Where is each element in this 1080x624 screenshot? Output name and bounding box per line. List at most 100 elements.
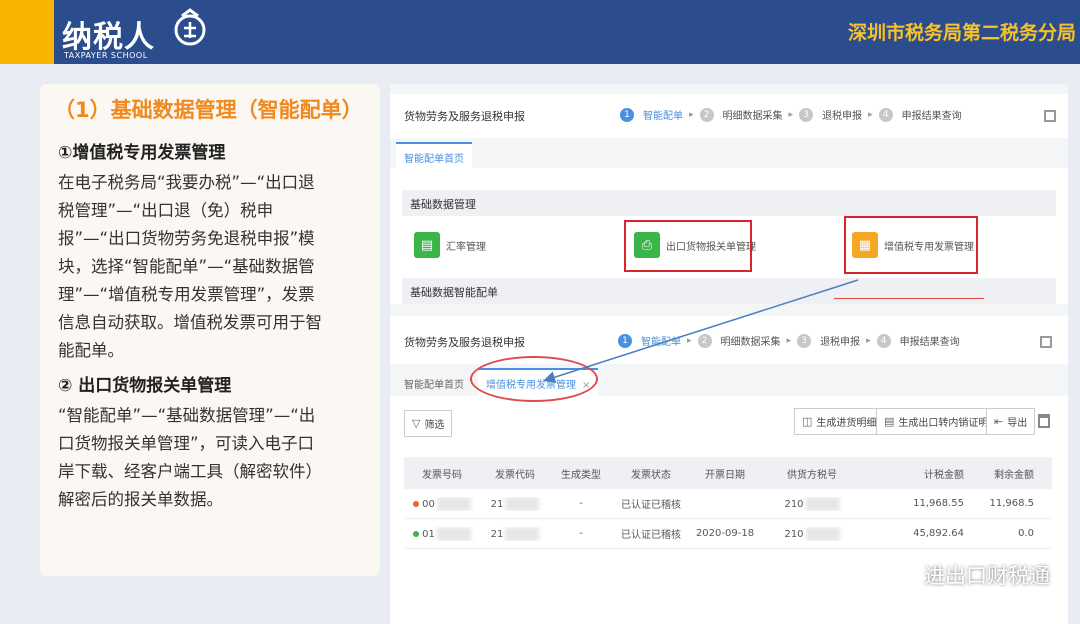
step-1-icon: 1 [618, 333, 632, 348]
step-2-label[interactable]: 明细数据采集 [723, 107, 783, 122]
arrow-icon: ▸ [868, 109, 873, 120]
tab-smart-home[interactable]: 智能配单首页 [396, 370, 472, 397]
logo: 纳税人 TAXPAYER SCHOOL [62, 6, 222, 62]
logo-emblem-icon [174, 8, 206, 46]
seller-tax-id: 210 [760, 526, 864, 541]
item2-heading: ② 出口货物报关单管理 [58, 376, 232, 396]
column-header[interactable]: 开票日期 [690, 466, 760, 481]
step-4-icon: 4 [878, 107, 893, 122]
step-3-icon: 3 [799, 107, 814, 122]
invoice-status: 已认证已稽核 [621, 500, 681, 511]
document-icon: ▤ [884, 415, 895, 428]
top-window: 货物劳务及服务退税申报 1 智能配单 ▸ 2 明细数据采集 ▸ 3 退税申报 ▸… [390, 94, 1068, 304]
tile-exchange-rate[interactable]: ▤ 汇率管理 [414, 232, 486, 258]
wechat-icon [882, 561, 916, 588]
table-row[interactable]: 00 21 - 已认证已稽核 210 11,968.55 11,968.5 [404, 489, 1052, 519]
taxable-amount: 11,968.55 [913, 498, 964, 509]
arrow-icon: ▸ [786, 335, 792, 346]
nav-title-bottom: 货物劳务及服务退税申报 [404, 336, 525, 349]
status-dot-icon [413, 530, 420, 537]
red-underline [834, 298, 984, 299]
column-header[interactable]: 发票状态 [612, 466, 690, 481]
export-icon: ⇤ [994, 415, 1004, 428]
step-4-label[interactable]: 申报结果查询 [900, 333, 960, 348]
highlight-box [844, 216, 978, 274]
step-2-label[interactable]: 明细数据采集 [721, 333, 781, 348]
filter-button[interactable]: ▽ 筛选 [404, 410, 453, 437]
fullscreen-icon[interactable] [1040, 336, 1052, 348]
invoice-number: 00 [404, 496, 480, 511]
header-accent [0, 0, 54, 64]
item1-body: 在电子税务局“我要办税”—“出口退税管理”—“出口退（免）税申报”—“出口货物劳… [58, 173, 322, 360]
logo-subtext: TAXPAYER SCHOOL [64, 51, 148, 60]
table-header: 发票号码 发票代码 生成类型 发票状态 开票日期 供货方税号 计税金额 剩余金额 [404, 457, 1052, 489]
screenshot-area: 货物劳务及服务退税申报 1 智能配单 ▸ 2 明细数据采集 ▸ 3 退税申报 ▸… [390, 84, 1068, 624]
step-3-label[interactable]: 退税申报 [820, 333, 860, 348]
column-header[interactable]: 计税金额 [864, 466, 964, 481]
step-3-label[interactable]: 退税申报 [822, 107, 862, 122]
invoice-code: 21 [480, 496, 550, 511]
nav-title-top: 货物劳务及服务退税申报 [404, 110, 525, 123]
invoice-table: 发票号码 发票代码 生成类型 发票状态 开票日期 供货方税号 计税金额 剩余金额… [404, 457, 1052, 549]
issue-date: 2020-09-18 [695, 528, 755, 539]
tile-label: 汇率管理 [446, 241, 486, 253]
step-1-icon: 1 [620, 107, 634, 122]
step-1-label[interactable]: 智能配单 [641, 333, 681, 348]
generate-purchase-detail-button[interactable]: ◫ 生成进货明细 [794, 408, 885, 435]
document-icon: ▤ [414, 232, 440, 258]
generation-type: - [579, 498, 583, 509]
item2-body: “智能配单”—“基础数据管理”—“出口货物报关单管理”，可读入电子口岸下载、经客… [58, 406, 322, 509]
remaining-amount: 0.0 [1018, 528, 1034, 539]
step-1-label[interactable]: 智能配单 [643, 107, 683, 122]
remaining-amount: 11,968.5 [989, 498, 1034, 509]
seller-tax-id: 210 [760, 496, 864, 511]
step-4-label[interactable]: 申报结果查询 [902, 107, 962, 122]
invoice-code: 21 [480, 526, 550, 541]
chart-icon: ◫ [802, 415, 813, 428]
step-2-icon: 2 [699, 107, 714, 122]
step-2-icon: 2 [697, 333, 712, 348]
column-header[interactable]: 发票代码 [480, 466, 550, 481]
export-button[interactable]: ⇤ 导出 [986, 408, 1036, 435]
column-header[interactable]: 供货方税号 [760, 466, 864, 481]
step-3-icon: 3 [797, 333, 812, 348]
bureau-title: 深圳市税务局第二税务分局 [847, 22, 1076, 44]
group-basic-data: 基础数据管理 [402, 190, 1056, 216]
button-label: 导出 [1007, 418, 1028, 429]
watermark: 进出口财税通 [882, 560, 1050, 590]
arrow-icon: ▸ [866, 335, 871, 346]
taxable-amount: 45,892.64 [913, 528, 964, 539]
column-header[interactable]: 发票号码 [404, 466, 480, 481]
tab-strip-top [390, 138, 1068, 168]
highlight-ellipse [470, 356, 598, 402]
explanation-panel: （1）基础数据管理（智能配单） ①增值税专用发票管理 在电子税务局“我要办税”—… [40, 84, 380, 576]
arrow-icon: ▸ [689, 109, 694, 120]
generate-certificate-button[interactable]: ▤ 生成出口转内销证明 [876, 408, 997, 435]
column-header[interactable]: 剩余金额 [964, 466, 1034, 481]
step-indicator-bottom: 1 智能配单 ▸ 2 明细数据采集 ▸ 3 退税申报 ▸ 4 申报结果查询 [618, 333, 960, 348]
filter-label: 筛选 [424, 420, 445, 431]
section-title: （1）基础数据管理（智能配单） [54, 98, 363, 122]
delete-icon[interactable] [1038, 414, 1050, 428]
watermark-text: 进出口财税通 [924, 564, 1050, 588]
invoice-status: 已认证已稽核 [621, 530, 681, 541]
item1-heading: ①增值税专用发票管理 [58, 143, 226, 163]
arrow-icon: ▸ [687, 335, 692, 346]
fullscreen-icon[interactable] [1044, 110, 1056, 122]
logo-text: 纳税人 [62, 20, 155, 55]
tab-smart-home[interactable]: 智能配单首页 [396, 142, 472, 171]
column-header[interactable]: 生成类型 [550, 466, 612, 481]
table-row[interactable]: 01 21 - 已认证已稽核 2020-09-18 210 45,892.64 … [404, 519, 1052, 549]
button-label: 生成出口转内销证明 [898, 418, 989, 429]
generation-type: - [579, 528, 583, 539]
step-indicator-top: 1 智能配单 ▸ 2 明细数据采集 ▸ 3 退税申报 ▸ 4 申报结果查询 [620, 107, 962, 122]
step-4-icon: 4 [876, 333, 891, 348]
highlight-box [624, 220, 752, 272]
status-dot-icon [413, 500, 420, 507]
filter-icon: ▽ [412, 417, 421, 430]
header-bar: 纳税人 TAXPAYER SCHOOL 深圳市税务局第二税务分局 [0, 0, 1080, 64]
button-label: 生成进货明细 [816, 418, 877, 429]
invoice-number: 01 [404, 526, 480, 541]
group-smart-matching: 基础数据智能配单 [402, 278, 1056, 304]
arrow-icon: ▸ [788, 109, 794, 120]
